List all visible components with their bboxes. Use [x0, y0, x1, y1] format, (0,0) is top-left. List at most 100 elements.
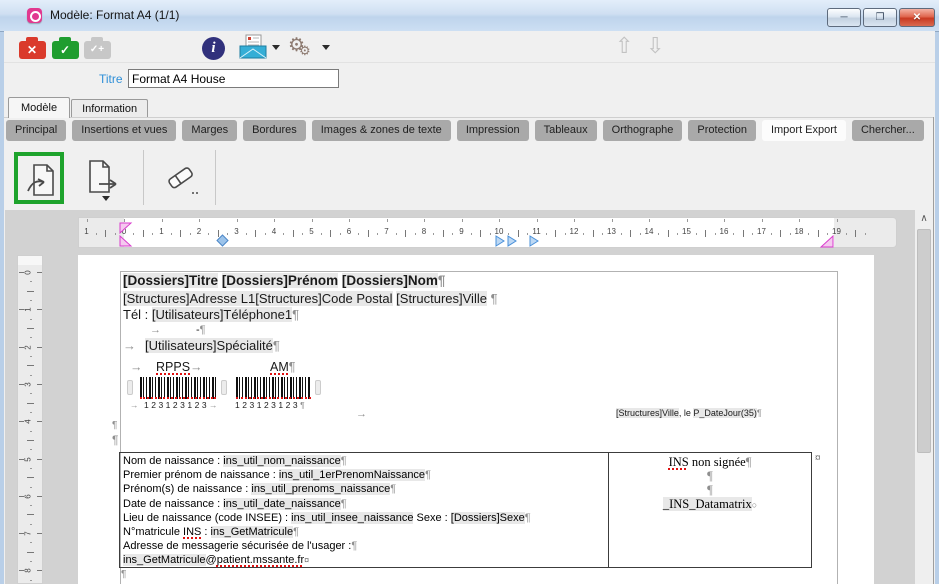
spellcheck-word: INS	[183, 526, 201, 538]
tab-marges[interactable]: Marges	[182, 120, 237, 141]
titre-input[interactable]	[128, 69, 339, 88]
tab-import-export[interactable]: Import Export	[762, 120, 846, 141]
merge-field: [Dossiers]Titre	[123, 273, 218, 288]
indent-diamond-marker-icon[interactable]	[216, 234, 229, 247]
barcode-rpps	[140, 377, 216, 399]
app-icon	[27, 8, 42, 23]
mail-doc-icon	[238, 34, 268, 60]
table-row: _INS_Datamatrix○	[609, 497, 811, 512]
pilcrow-icon: ¶	[341, 498, 347, 510]
tab-principal[interactable]: Principal	[6, 120, 66, 141]
doc-text: :	[201, 526, 210, 538]
mail-dropdown-arrow[interactable]	[272, 45, 280, 50]
tab-protection[interactable]: Protection	[688, 120, 756, 141]
export-button[interactable]	[82, 157, 126, 201]
import-button-highlighted[interactable]	[14, 152, 64, 204]
pilcrow-icon: ¶	[289, 360, 296, 374]
tab-stop-marker-icon[interactable]	[495, 235, 505, 247]
toolbar-divider	[215, 150, 216, 205]
cell-end-marker: ¤	[304, 555, 309, 565]
left-margin-marker-icon[interactable]	[119, 221, 134, 248]
table-row: ins_GetMatricule@patient.mssante.fr¤	[123, 553, 605, 567]
pilcrow-icon: ¶	[707, 469, 713, 483]
tab-page-border	[933, 117, 934, 584]
vertical-scrollbar[interactable]: ∧	[915, 210, 933, 584]
tab-insertions-et-vues[interactable]: Insertions et vues	[72, 120, 176, 141]
table-row: ¶	[609, 469, 811, 483]
eraser-button[interactable]	[160, 157, 204, 201]
tab-mark-icon: →	[190, 360, 270, 374]
merge-field: [Dossiers]Sexe	[451, 512, 525, 524]
scrollbar-thumb[interactable]	[917, 229, 931, 453]
table-row: Date de naissance : ins_util_date_naissa…	[123, 497, 605, 511]
pilcrow-icon: ¶	[112, 420, 117, 431]
tab-tableaux[interactable]: Tableaux	[535, 120, 597, 141]
tab-bordures[interactable]: Bordures	[243, 120, 306, 141]
tab-mark-icon: →	[150, 324, 196, 336]
info-button[interactable]: i	[202, 37, 225, 60]
send-mail-button[interactable]	[238, 34, 268, 60]
tab-stop-marker-icon[interactable]	[507, 235, 517, 247]
spellcheck-word: RPPS	[156, 360, 190, 374]
tab-orthographe[interactable]: Orthographe	[603, 120, 683, 141]
window-title: Modèle: Format A4 (1/1)	[50, 8, 179, 22]
doc-text: @	[206, 554, 217, 566]
validate-new-button: ✓+	[82, 35, 112, 61]
merge-field: [Structures]Code Postal	[255, 291, 392, 306]
pilcrow-icon: ¶	[525, 512, 531, 524]
doc-line-barcode-values: →123123123→123123123¶	[130, 400, 305, 410]
doc-text: 123123123	[235, 400, 300, 410]
scrollbar-up-icon[interactable]: ∧	[915, 210, 933, 228]
pilcrow-icon: ¶	[121, 569, 126, 580]
doc-line-phone: Tél : [Utilisateurs]Téléphone1¶	[123, 307, 299, 322]
validate-button[interactable]: ✓	[50, 35, 80, 61]
tab-images-zones-de-texte[interactable]: Images & zones de texte	[312, 120, 451, 141]
merge-field: [Dossiers]Nom	[342, 273, 438, 288]
doc-text: , le	[679, 408, 694, 418]
tab-impression[interactable]: Impression	[457, 120, 529, 141]
table-row: Adresse de messagerie sécurisée de l'usa…	[123, 539, 605, 553]
export-dropdown-arrow[interactable]	[102, 196, 110, 201]
doc-line-speciality: →[Utilisateurs]Spécialité¶	[123, 338, 280, 353]
title-bar[interactable]: Modèle: Format A4 (1/1) ─ ❐ ✕	[0, 0, 939, 32]
close-button[interactable]: ✕	[899, 8, 935, 27]
tab-mark-icon: →	[356, 408, 370, 420]
merge-field: [Structures]Ville	[616, 408, 679, 418]
barcode-handle	[221, 380, 227, 395]
move-down-button: ⇩	[646, 33, 664, 59]
settings-gears-button[interactable]: ⚙⚙	[288, 34, 317, 57]
settings-dropdown-arrow[interactable]	[322, 45, 330, 50]
doc-line-center-tab: →	[356, 408, 370, 420]
doc-text: Tél :	[123, 307, 152, 322]
ins-table-right-cell: INS non signée¶¶¶_INS_Datamatrix○	[609, 453, 811, 567]
table-row: N°matricule INS : ins_GetMatricule¶	[123, 525, 605, 539]
spellcheck-word: patient.mssante.fr	[217, 554, 304, 566]
doc-text: Sexe :	[413, 512, 450, 524]
pilcrow-icon: ¶	[351, 540, 357, 552]
tab-stop-marker-icon[interactable]	[529, 235, 539, 247]
barcode-handle	[315, 380, 321, 395]
cell-end-marker: ○	[752, 500, 757, 510]
pilcrow-icon: ¶	[438, 273, 446, 288]
merge-field: ins_util_insee_naissance	[291, 512, 413, 524]
tab-chercher-[interactable]: Chercher...	[852, 120, 924, 141]
merge-field: _INS_Datamatrix	[663, 497, 752, 511]
doc-text: Premier prénom de naissance :	[123, 469, 279, 481]
maximize-button[interactable]: ❐	[863, 8, 897, 27]
pilcrow-icon: ¶	[425, 469, 431, 481]
pilcrow-icon: ¶	[293, 526, 299, 538]
tab-modele[interactable]: Modèle	[8, 97, 70, 118]
doc-text: Lieu de naissance (code INSEE) :	[123, 512, 291, 524]
merge-field: [Utilisateurs]Spécialité	[145, 338, 273, 353]
right-margin-marker-icon[interactable]	[820, 235, 835, 248]
cancel-button[interactable]: ✕	[17, 35, 47, 61]
tab-information[interactable]: Information	[71, 99, 148, 118]
table-row: Lieu de naissance (code INSEE) : ins_uti…	[123, 511, 605, 525]
merge-field: ins_GetMatricule	[123, 554, 206, 566]
horizontal-ruler: 1012345678910111213141516171819	[78, 217, 897, 248]
merge-field: ins_GetMatricule	[211, 526, 294, 538]
spellcheck-word: INS	[669, 455, 689, 469]
pilcrow-icon: ¶	[757, 408, 762, 418]
doc-text: Adresse de messagerie sécurisée de l'usa…	[123, 540, 351, 552]
minimize-button[interactable]: ─	[827, 8, 861, 27]
